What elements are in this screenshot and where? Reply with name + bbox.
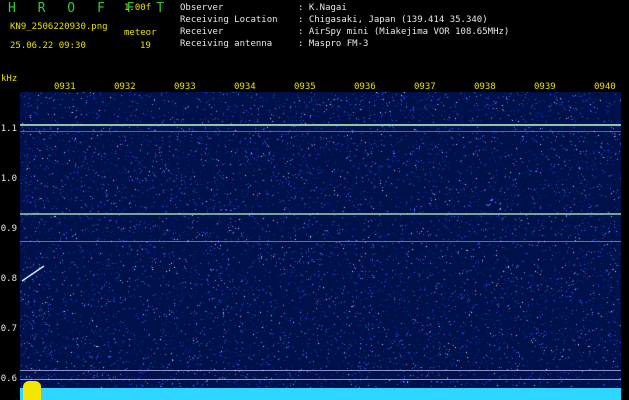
x-tick-label: 0932 xyxy=(114,82,136,92)
info-value: : Chigasaki, Japan (139.414 35.340) xyxy=(298,15,488,25)
x-tick-label: 0939 xyxy=(534,82,556,92)
meteor-streak xyxy=(21,265,45,282)
carrier-line xyxy=(20,213,621,215)
meteor-count: 19 xyxy=(140,41,151,51)
date-time: 25.06.22 09:30 xyxy=(10,41,86,51)
file-name: KN9_2506220930.png xyxy=(10,22,108,32)
info-label: Receiver xyxy=(180,27,224,37)
noise-band xyxy=(20,388,621,400)
info-value: : K.Nagai xyxy=(298,3,347,13)
info-value: : Maspro FM-3 xyxy=(298,39,369,49)
y-tick-label: 0.6 xyxy=(0,374,17,384)
x-tick-label: 0934 xyxy=(234,82,256,92)
x-tick-label: 0935 xyxy=(294,82,316,92)
carrier-line xyxy=(20,131,621,132)
spectrogram-noise xyxy=(20,92,621,398)
x-tick-label: 0940 xyxy=(594,82,616,92)
info-label: Receiving antenna xyxy=(180,39,273,49)
info-label: Observer xyxy=(180,3,224,13)
info-row-receiver: Receiver : AirSpy mini (Miakejima VOR 108… xyxy=(180,27,509,37)
x-tick-label: 0938 xyxy=(474,82,496,92)
y-tick-label: 1.0 xyxy=(0,174,17,184)
x-tick-label: 0937 xyxy=(414,82,436,92)
y-tick-label: 0.9 xyxy=(0,224,17,234)
carrier-line xyxy=(20,241,621,242)
x-tick-label: 0931 xyxy=(54,82,76,92)
y-tick-label: 0.8 xyxy=(0,274,17,284)
x-tick-label: 0933 xyxy=(174,82,196,92)
meteor-burst xyxy=(23,381,41,400)
x-tick-label: 0936 xyxy=(354,82,376,92)
carrier-line xyxy=(20,124,621,126)
reference-line xyxy=(20,370,621,371)
y-axis-unit: kHz xyxy=(1,74,18,84)
info-row-observer: Observer : K.Nagai xyxy=(180,3,347,13)
y-tick-label: 0.7 xyxy=(0,324,17,334)
info-value: : AirSpy mini (Miakejima VOR 108.65MHz) xyxy=(298,27,510,37)
info-row-antenna: Receiving antenna : Maspro FM-3 xyxy=(180,39,368,49)
reference-line xyxy=(20,379,621,380)
y-tick-label: 1.1 xyxy=(0,124,17,134)
info-row-location: Receiving Location : Chigasaki, Japan (13… xyxy=(180,15,488,25)
info-label: Receiving Location xyxy=(180,15,278,25)
meteor-label: meteor xyxy=(124,28,157,38)
version-label: 1.00f xyxy=(124,3,152,13)
